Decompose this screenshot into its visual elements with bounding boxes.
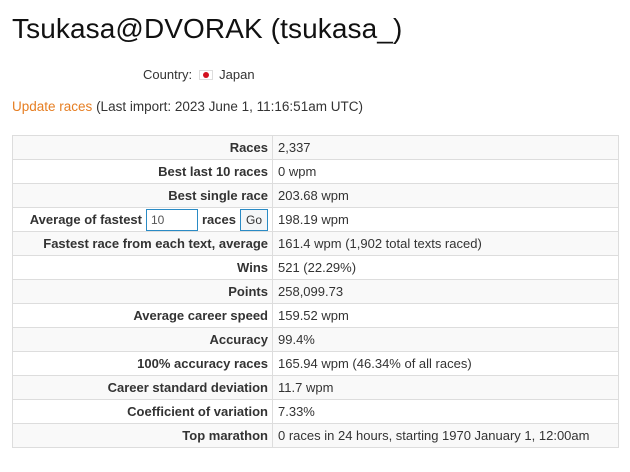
table-row: 100% accuracy races 165.94 wpm (46.34% o… <box>12 351 619 376</box>
best-single-label: Best single race <box>12 183 273 208</box>
best-single-value: 203.68 wpm <box>272 183 619 208</box>
career-std-dev-value: 11.7 wpm <box>272 375 619 400</box>
wins-value: 521 (22.29%) <box>272 255 619 280</box>
coef-variation-value: 7.33% <box>272 399 619 424</box>
avg-career-speed-label: Average career speed <box>12 303 273 328</box>
avg-career-speed-value: 159.52 wpm <box>272 303 619 328</box>
table-row: Points 258,099.73 <box>12 279 619 304</box>
page-title: Tsukasa@DVORAK (tsukasa_) <box>12 13 403 44</box>
coef-variation-label: Coefficient of variation <box>12 399 273 424</box>
avg-fastest-suffix: races <box>202 212 236 227</box>
fastest-each-text-value: 161.4 wpm (1,902 total texts raced) <box>272 231 619 256</box>
best-last-10-label: Best last 10 races <box>12 159 273 184</box>
table-row: Career standard deviation 11.7 wpm <box>12 375 619 400</box>
table-row: Average of fastest races Go 198.19 wpm <box>12 207 619 232</box>
table-row: Top marathon 0 races in 24 hours, starti… <box>12 423 619 448</box>
races-value: 2,337 <box>272 135 619 160</box>
stats-table: Races 2,337 Best last 10 races 0 wpm Bes… <box>12 135 619 448</box>
update-row: Update races (Last import: 2023 June 1, … <box>12 99 363 114</box>
table-row: Fastest race from each text, average 161… <box>12 231 619 256</box>
points-label: Points <box>12 279 273 304</box>
country-row: Country: Japan <box>143 67 255 82</box>
country-name: Japan <box>219 67 255 82</box>
last-import-text: (Last import: 2023 June 1, 11:16:51am UT… <box>96 99 363 114</box>
avg-fastest-value: 198.19 wpm <box>272 207 619 232</box>
points-value: 258,099.73 <box>272 279 619 304</box>
table-row: Wins 521 (22.29%) <box>12 255 619 280</box>
table-row: Average career speed 159.52 wpm <box>12 303 619 328</box>
fastest-count-input[interactable] <box>146 208 198 231</box>
accuracy-label: Accuracy <box>12 327 273 352</box>
wins-label: Wins <box>12 255 273 280</box>
accuracy-value: 99.4% <box>272 327 619 352</box>
avg-fastest-label: Average of fastest races Go <box>12 207 273 232</box>
table-row: Coefficient of variation 7.33% <box>12 399 619 424</box>
perfect-accuracy-value: 165.94 wpm (46.34% of all races) <box>272 351 619 376</box>
top-marathon-label: Top marathon <box>12 423 273 448</box>
table-row: Best last 10 races 0 wpm <box>12 159 619 184</box>
japan-flag-icon <box>199 69 214 80</box>
perfect-accuracy-label: 100% accuracy races <box>12 351 273 376</box>
table-row: Races 2,337 <box>12 135 619 160</box>
races-label: Races <box>12 135 273 160</box>
fastest-each-text-label: Fastest race from each text, average <box>12 231 273 256</box>
best-last-10-value: 0 wpm <box>272 159 619 184</box>
table-row: Best single race 203.68 wpm <box>12 183 619 208</box>
table-row: Accuracy 99.4% <box>12 327 619 352</box>
country-label: Country: <box>143 67 193 82</box>
avg-fastest-prefix: Average of fastest <box>29 212 142 227</box>
update-races-link[interactable]: Update races <box>12 99 92 114</box>
go-button[interactable]: Go <box>239 208 268 231</box>
career-std-dev-label: Career standard deviation <box>12 375 273 400</box>
top-marathon-value: 0 races in 24 hours, starting 1970 Janua… <box>272 423 619 448</box>
